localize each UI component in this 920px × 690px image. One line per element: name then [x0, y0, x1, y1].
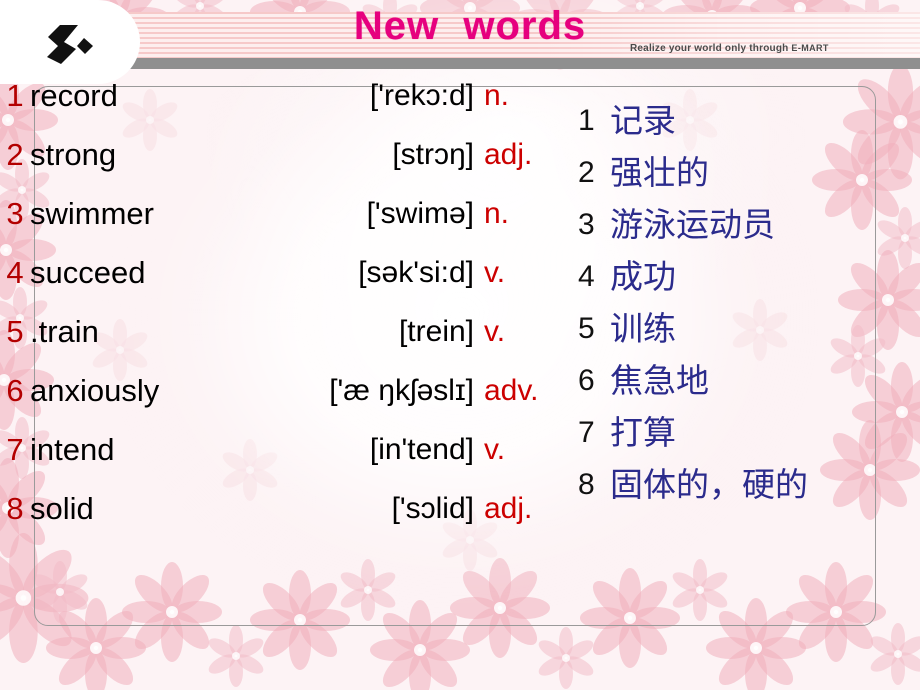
- word-number: 3: [6, 196, 24, 231]
- word-text: intend: [30, 432, 115, 467]
- word-part-of-speech: v.: [484, 315, 506, 348]
- meaning-text: 固体的，硬的: [610, 465, 808, 504]
- meaning-row: 7 打算: [578, 408, 878, 458]
- word-phonetic: [in'tend]: [369, 433, 474, 466]
- meaning-row: 8 固体的，硬的: [578, 460, 878, 510]
- meaning-text: 成功: [610, 257, 676, 296]
- word-row: 1 record ['rekɔ:d] n.: [0, 76, 575, 135]
- tagline-text: Realize your world only through: [630, 43, 789, 54]
- meaning-text: 训练: [610, 309, 676, 348]
- meaning-row: 4 成功: [578, 252, 878, 302]
- word-phonetic: [trein]: [398, 315, 474, 348]
- word-part-of-speech: v.: [484, 433, 506, 466]
- meaning-text: 打算: [610, 413, 676, 452]
- english-word-list: 1 record ['rekɔ:d] n. 2 strong [strɔŋ] a…: [0, 76, 575, 548]
- meaning-number: 4: [578, 260, 595, 293]
- meaning-number: 2: [578, 156, 595, 189]
- meaning-text: 强壮的: [610, 153, 709, 192]
- meaning-row: 1 记录: [578, 96, 878, 146]
- word-part-of-speech: adv.: [484, 374, 539, 407]
- meaning-text: 记录: [610, 101, 676, 140]
- meaning-text: 焦急地: [610, 361, 709, 400]
- banner-gray-bar: [62, 58, 920, 69]
- meaning-number: 5: [578, 312, 595, 345]
- word-part-of-speech: v.: [484, 256, 506, 289]
- word-phonetic: [sək'si:d]: [358, 256, 474, 289]
- word-text: succeed: [30, 255, 146, 290]
- word-part-of-speech: adj.: [484, 492, 533, 525]
- emart-zigzag-logo-icon: [47, 25, 93, 64]
- word-phonetic: ['swimə]: [366, 197, 474, 230]
- word-row: 3 swimmer ['swimə] n.: [0, 194, 575, 253]
- word-row: 8 solid ['sɔlid] adj.: [0, 489, 575, 548]
- word-part-of-speech: n.: [484, 197, 510, 230]
- word-text: strong: [30, 137, 117, 172]
- word-phonetic: ['rekɔ:d]: [369, 79, 474, 112]
- word-number: 2: [6, 137, 24, 172]
- word-text: record: [30, 78, 118, 113]
- word-phonetic: ['sɔlid]: [391, 492, 474, 525]
- word-number: 7: [6, 432, 24, 467]
- word-phonetic: [strɔŋ]: [392, 138, 474, 171]
- word-number: 8: [6, 491, 24, 526]
- word-row: 2 strong [strɔŋ] adj.: [0, 135, 575, 194]
- meaning-number: 3: [578, 208, 595, 241]
- meaning-number: 7: [578, 416, 595, 449]
- page-title: New words: [353, 4, 587, 48]
- word-text: solid: [30, 491, 94, 526]
- chinese-meaning-list: 1 记录 2 强壮的 3 游泳运动员 4 成功 5 训练 6 焦急地 7 打算: [578, 96, 878, 512]
- word-part-of-speech: adj.: [484, 138, 533, 171]
- word-number: 4: [6, 255, 24, 290]
- header-banner: New words Realize your world only throug…: [0, 0, 920, 84]
- meaning-text: 游泳运动员: [610, 205, 775, 244]
- meaning-number: 1: [578, 104, 595, 137]
- meaning-row: 6 焦急地: [578, 356, 878, 406]
- word-row: 7 intend [in'tend] v.: [0, 430, 575, 489]
- meaning-number: 8: [578, 468, 595, 501]
- word-phonetic: ['æ ŋkʃəslɪ]: [329, 374, 474, 407]
- meaning-row: 5 训练: [578, 304, 878, 354]
- word-number: 1: [6, 78, 24, 113]
- banner-tagline: Realize your world only through E-MART: [630, 43, 829, 54]
- tagline-brand: E-MART: [791, 43, 829, 53]
- meaning-row: 3 游泳运动员: [578, 200, 878, 250]
- word-row: 4 succeed [sək'si:d] v.: [0, 253, 575, 312]
- word-text: anxiously: [30, 373, 160, 408]
- meaning-number: 6: [578, 364, 595, 397]
- meaning-row: 2 强壮的: [578, 148, 878, 198]
- word-row: 5 .train [trein] v.: [0, 312, 575, 371]
- word-text: swimmer: [30, 196, 154, 231]
- word-number: 5: [6, 314, 24, 349]
- word-row: 6 anxiously ['æ ŋkʃəslɪ] adv.: [0, 371, 575, 430]
- word-part-of-speech: n.: [484, 79, 510, 112]
- word-text: .train: [30, 314, 99, 349]
- word-number: 6: [6, 373, 24, 408]
- slide-canvas: New words Realize your world only throug…: [0, 0, 920, 690]
